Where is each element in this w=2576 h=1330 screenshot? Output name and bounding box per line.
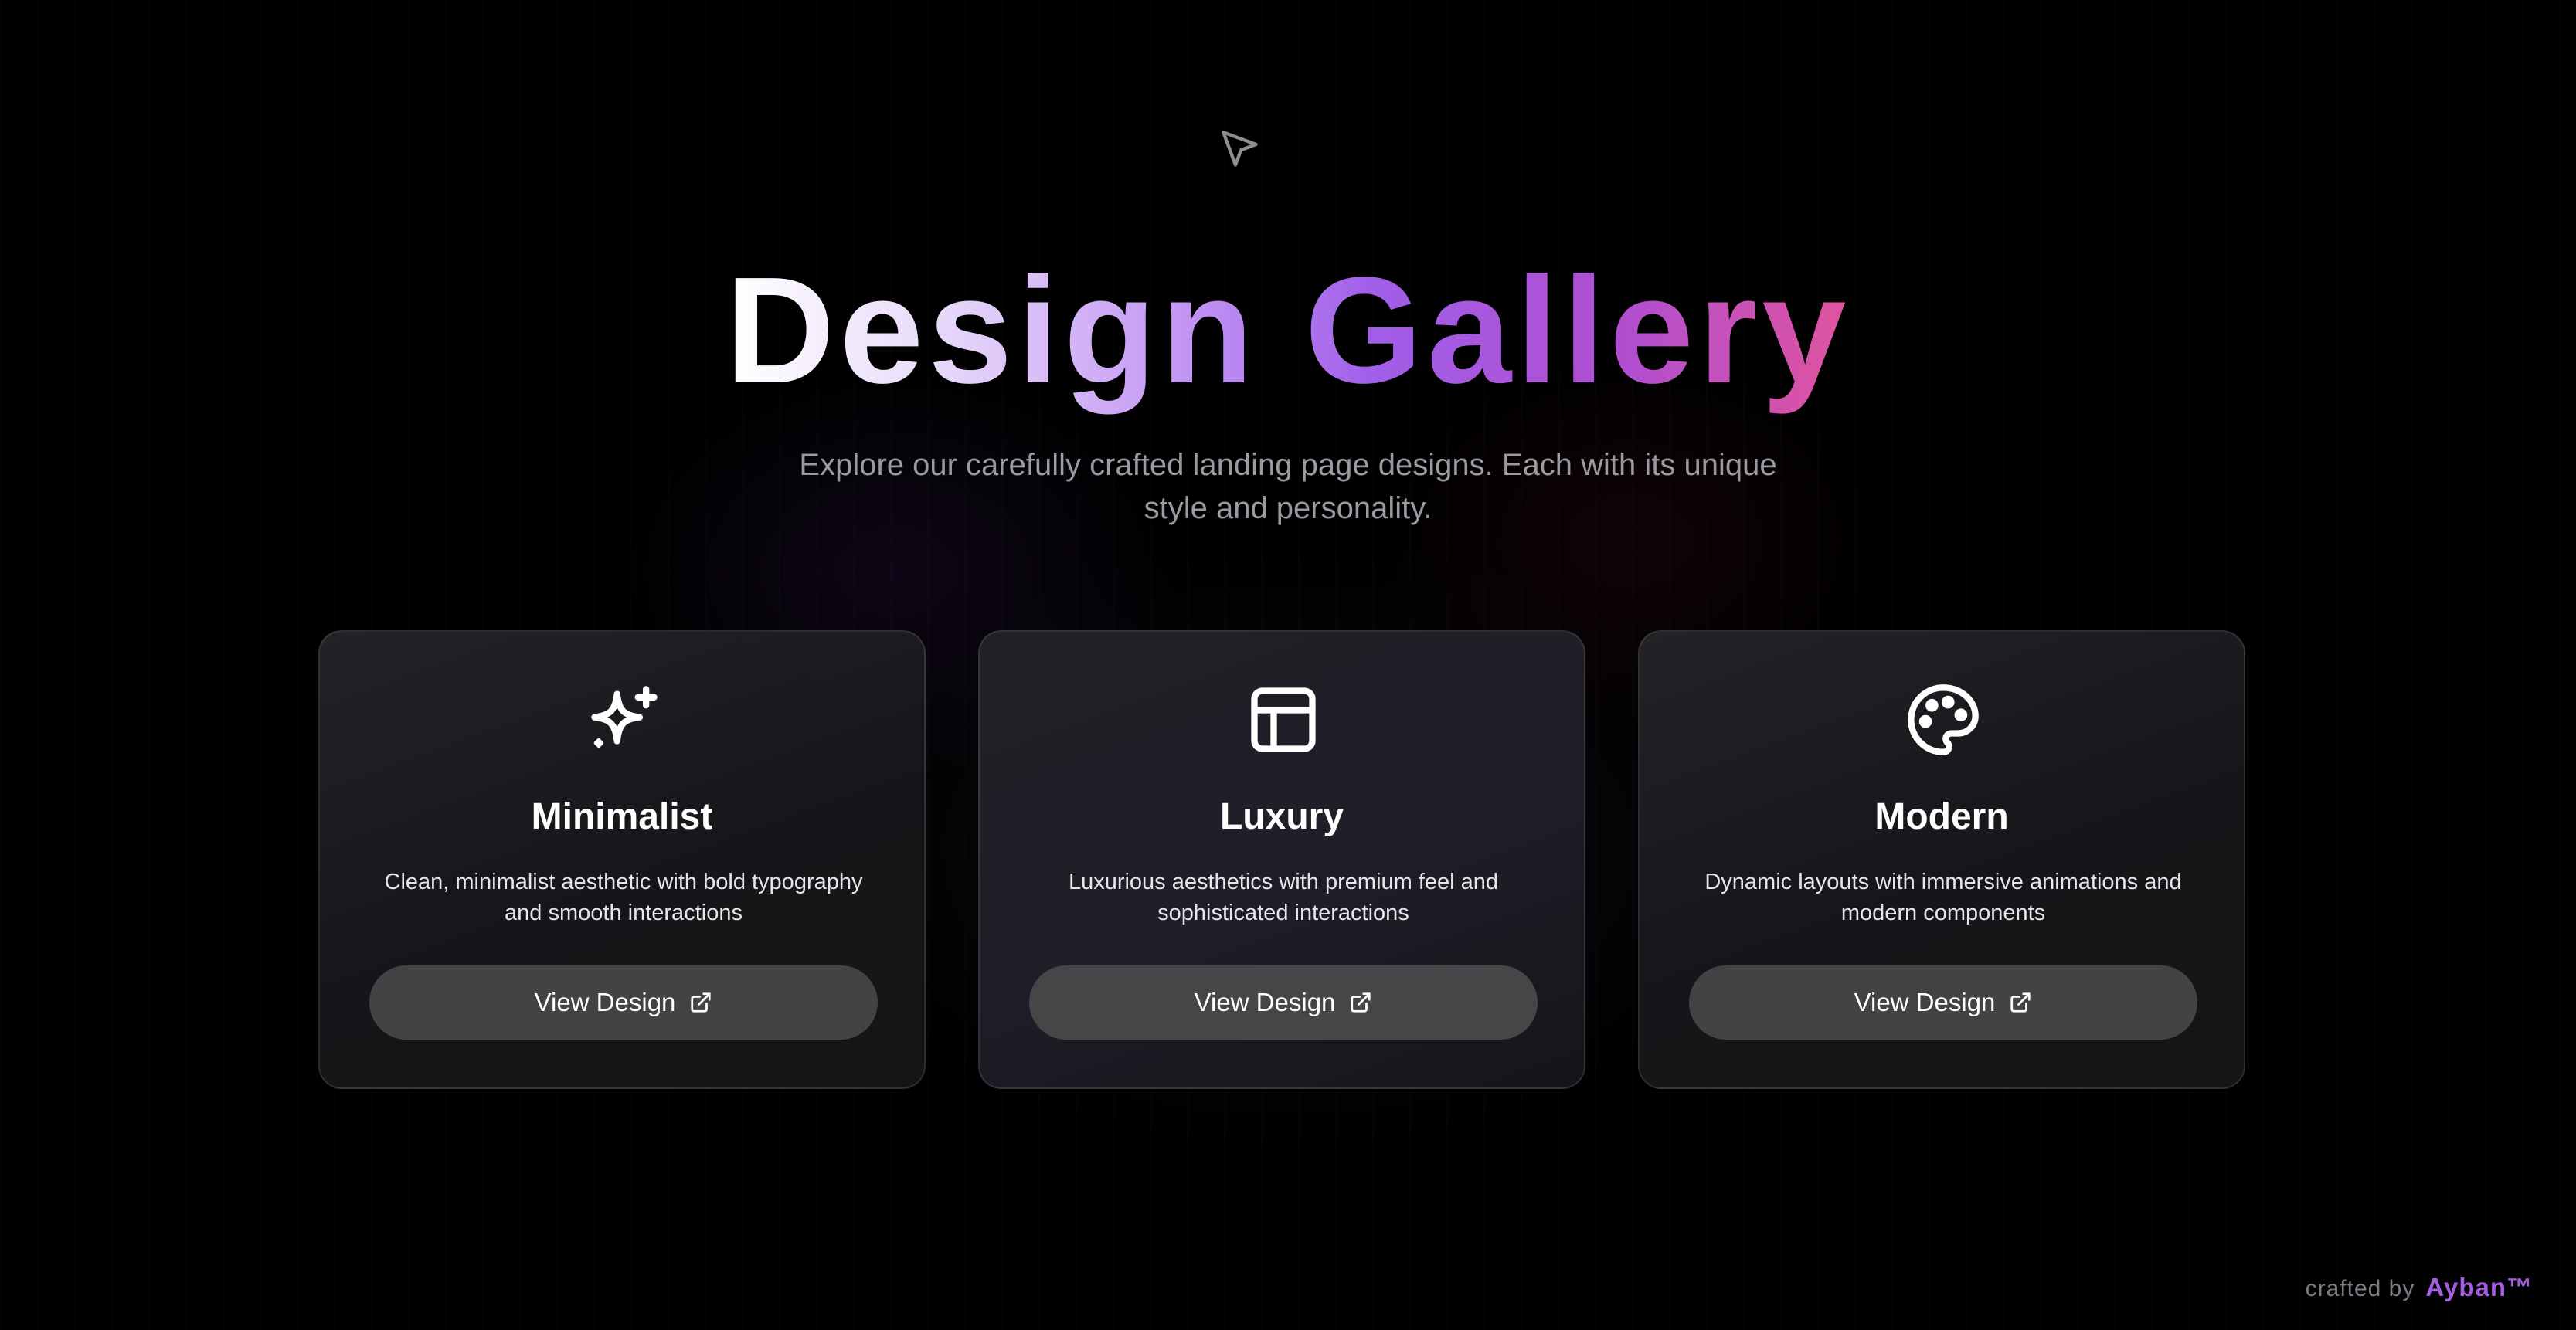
- card-title: Luxury: [1219, 796, 1344, 837]
- footer-prefix: crafted by: [2305, 1276, 2415, 1301]
- view-design-button[interactable]: View Design: [1689, 965, 2197, 1040]
- layout-panel-icon: [1251, 687, 1316, 752]
- card-minimalist: Minimalist Clean, minimalist aesthetic w…: [318, 630, 926, 1089]
- footer-brand-link[interactable]: Ayban™: [2425, 1273, 2533, 1301]
- title-text: Design Gallery: [726, 246, 1851, 415]
- palette-icon: [1908, 684, 1979, 755]
- card-description: Clean, minimalist aesthetic with bold ty…: [384, 870, 863, 925]
- card-description: Luxurious aesthetics with premium feel a…: [1068, 870, 1499, 925]
- page-title: Design Gallery: [0, 255, 2576, 406]
- external-link-icon: [691, 992, 712, 1013]
- external-link-icon: [2010, 992, 2031, 1013]
- footer-credit: crafted by Ayban™: [2306, 1273, 2533, 1302]
- design-cards: Minimalist Clean, minimalist aesthetic w…: [318, 630, 2247, 1089]
- view-design-label: View Design: [1854, 988, 1996, 1016]
- external-link-icon: [1351, 992, 1371, 1013]
- page-subtitle: Explore our carefully crafted landing pa…: [799, 448, 1777, 525]
- card-modern: Modern Dynamic layouts with immersive an…: [1638, 630, 2245, 1089]
- cursor-arrow-icon: [1222, 131, 1258, 167]
- view-design-button[interactable]: View Design: [1029, 965, 1538, 1040]
- title-word-gallery: Gallery: [1304, 246, 1851, 415]
- card-title: Modern: [1874, 796, 2009, 837]
- view-design-label: View Design: [1194, 988, 1336, 1016]
- sparkles-icon: [591, 686, 658, 748]
- card-luxury: Luxury Luxurious aesthetics with premium…: [978, 630, 1585, 1089]
- card-description: Dynamic layouts with immersive animation…: [1704, 870, 2182, 925]
- view-design-button[interactable]: View Design: [369, 965, 878, 1040]
- card-title: Minimalist: [531, 796, 713, 837]
- title-word-design: Design: [725, 246, 1259, 415]
- view-design-label: View Design: [534, 988, 676, 1016]
